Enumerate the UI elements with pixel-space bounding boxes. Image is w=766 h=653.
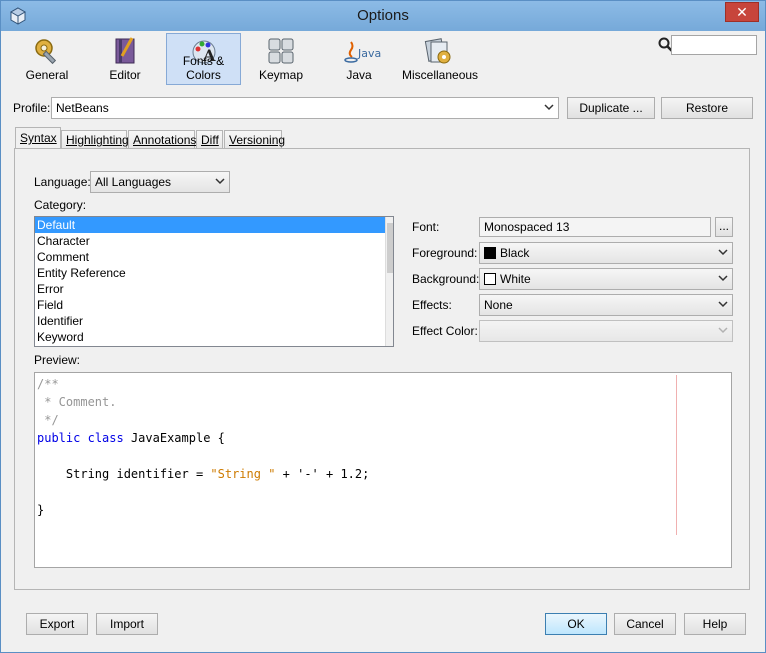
chevron-down-icon [544,104,554,111]
list-item[interactable]: Character [35,233,393,249]
syntax-panel: Language: All Languages Category: Defaul… [14,148,750,590]
profile-label: Profile: [13,101,51,115]
font-chooser-button[interactable]: ... [715,217,733,237]
preview-label: Preview: [34,353,81,367]
list-item[interactable]: Entity Reference [35,265,393,281]
window-title: Options [357,7,409,24]
svg-text:Java: Java [357,47,381,60]
list-scrollbar[interactable] [385,217,393,346]
category-miscellaneous[interactable]: Miscellaneous [401,33,479,85]
foreground-value: Black [500,246,530,260]
string-token: "String " [210,467,276,481]
keyword-token: class [87,431,124,445]
help-button[interactable]: Help [684,613,746,635]
category-label: Java [346,68,372,82]
export-button[interactable]: Export [26,613,88,635]
background-value: White [500,272,531,286]
effects-label: Effects: [412,298,452,312]
chevron-down-icon [718,301,728,308]
category-label: Category: [34,198,87,212]
chevron-down-icon [718,275,728,282]
category-fonts-colors[interactable]: A Fonts & Colors [166,33,241,85]
right-margin-line [676,375,677,535]
keyboard-icon [268,38,294,64]
list-item[interactable]: Default [35,217,393,233]
language-select[interactable]: All Languages [90,171,230,193]
foreground-select[interactable]: Black [479,242,733,264]
font-label: Font: [412,220,440,234]
list-item[interactable]: Error [35,281,393,297]
profile-value: NetBeans [56,101,109,115]
font-value: Monospaced 13 [484,220,570,234]
effects-select[interactable]: None [479,294,733,316]
close-button[interactable]: ✕ [725,2,759,22]
category-editor[interactable]: Editor [89,33,161,85]
category-general[interactable]: General [11,33,83,85]
code-token: + '-' + 1.2; [275,467,370,481]
chevron-down-icon [215,178,225,185]
code-token: JavaExample { [123,431,225,445]
effects-value: None [484,298,513,312]
tab-syntax[interactable]: Syntax [15,127,61,149]
restore-button[interactable]: Restore [661,97,753,119]
title-bar: Options ✕ [1,1,765,31]
category-keymap[interactable]: Keymap [245,33,317,85]
profile-row: Profile: NetBeans Duplicate ... Restore [13,97,755,119]
duplicate-button[interactable]: Duplicate ... [567,97,655,119]
tab-highlighting[interactable]: Highlighting [61,130,129,149]
code-preview: /** * Comment. */ public class JavaExamp… [34,372,732,568]
code-line: public class JavaExample { [37,431,225,445]
category-toolbar: General Editor A Fonts & Colors Keymap J… [9,33,759,87]
cards-gear-icon [424,38,451,64]
effect-color-select[interactable] [479,320,733,342]
scroll-thumb[interactable] [387,223,393,273]
search-input[interactable] [671,35,757,55]
keyword-token: public [37,431,81,445]
import-button[interactable]: Import [96,613,158,635]
category-list[interactable]: Default Character Comment Entity Referen… [34,216,394,347]
category-label: Fonts & Colors [182,54,225,82]
cancel-button[interactable]: Cancel [614,613,676,635]
color-swatch [484,247,496,259]
effect-color-label: Effect Color: [412,324,478,338]
code-line: */ [37,413,59,427]
tab-diff[interactable]: Diff [196,130,223,149]
code-line: } [37,503,45,517]
list-item[interactable]: Comment [35,249,393,265]
tab-annotations[interactable]: Annotations [128,130,196,149]
background-label: Background: [412,272,480,286]
category-java[interactable]: Java Java [323,33,395,85]
gear-wrench-icon [35,39,57,65]
foreground-label: Foreground: [412,246,478,260]
options-window: Options ✕ General Editor A Fonts & Color… [0,0,766,653]
code-token: String identifier = [37,467,211,481]
color-swatch [484,273,496,285]
code-line: String identifier = "String " + '-' + 1.… [37,467,369,481]
java-logo-icon: Java [344,41,381,63]
code-line: /** [37,377,59,391]
chevron-down-icon [718,327,728,334]
code-line: * Comment. [37,395,117,409]
language-label: Language: [34,175,91,189]
profile-select[interactable]: NetBeans [51,97,559,119]
category-label: Editor [109,68,141,82]
category-label: Miscellaneous [402,68,479,82]
category-label: General [25,68,69,82]
chevron-down-icon [718,249,728,256]
list-item[interactable]: Identifier [35,313,393,329]
background-select[interactable]: White [479,268,733,290]
list-item[interactable]: Keyword [35,329,393,345]
list-item[interactable]: Field [35,297,393,313]
ok-button[interactable]: OK [545,613,607,635]
tab-versioning[interactable]: Versioning [224,130,285,149]
category-label: Keymap [258,68,304,82]
notebook-icon [115,37,135,64]
font-field[interactable]: Monospaced 13 [479,217,711,237]
language-value: All Languages [95,175,172,189]
